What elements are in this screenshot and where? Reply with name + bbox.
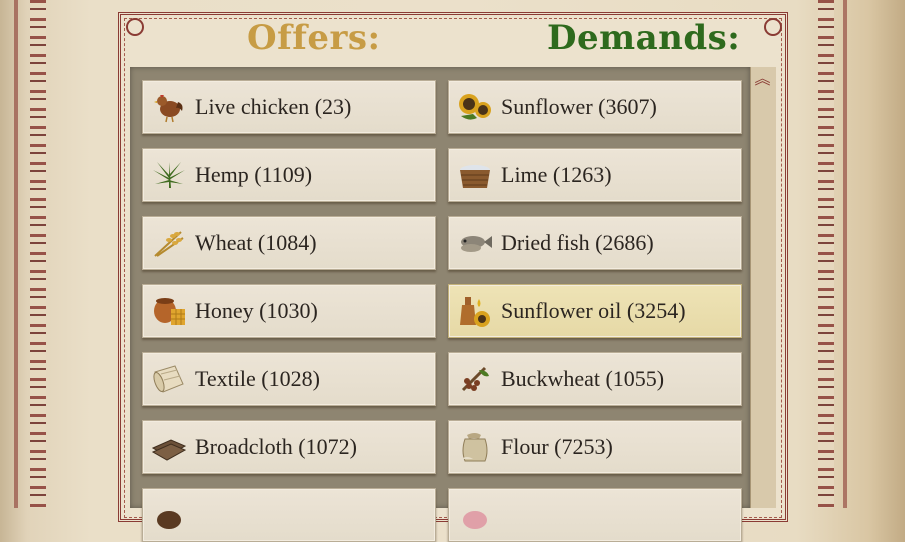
hemp-leaf-icon	[151, 157, 187, 193]
wheat-icon	[151, 225, 187, 261]
demand-item-lime[interactable]: Lime (1263)	[448, 148, 742, 202]
partial-item-icon	[457, 497, 493, 533]
demand-item-label: Sunflower oil (3254)	[501, 298, 686, 323]
offer-item-label: Textile (1028)	[195, 366, 320, 391]
demand-item-label: Buckwheat (1055)	[501, 366, 665, 391]
sunflower-icon	[457, 89, 493, 125]
corner-ornament-icon	[764, 18, 782, 36]
chicken-icon	[151, 89, 187, 125]
demand-item-partial[interactable]	[448, 488, 742, 542]
offer-item-label: Honey (1030)	[195, 298, 318, 323]
buckwheat-icon	[457, 361, 493, 397]
demand-item-sunflower[interactable]: Sunflower (3607)	[448, 80, 742, 134]
offer-item-wheat[interactable]: Wheat (1084)	[142, 216, 436, 270]
demand-item-flour[interactable]: Flour (7253)	[448, 420, 742, 474]
left-ornament-line	[14, 0, 18, 508]
offer-item-label: Live chicken (23)	[195, 94, 352, 119]
lime-basket-icon	[457, 157, 493, 193]
broadcloth-icon	[151, 429, 187, 465]
offer-item-textile[interactable]: Textile (1028)	[142, 352, 436, 406]
demand-item-label: Flour (7253)	[501, 434, 613, 459]
offer-item-broadcloth[interactable]: Broadcloth (1072)	[142, 420, 436, 474]
demand-item-label: Lime (1263)	[501, 162, 612, 187]
demand-item-label: Dried fish (2686)	[501, 230, 654, 255]
offer-item-label: Broadcloth (1072)	[195, 434, 357, 459]
offer-item-honey[interactable]: Honey (1030)	[142, 284, 436, 338]
honey-pot-icon	[151, 293, 187, 329]
right-ornament-line	[843, 0, 847, 508]
demands-title: Demands:	[547, 18, 741, 58]
flour-sack-icon	[457, 429, 493, 465]
demand-item-sunflower-oil[interactable]: Sunflower oil (3254)	[448, 284, 742, 338]
demand-item-dried-fish[interactable]: Dried fish (2686)	[448, 216, 742, 270]
left-ornament-border	[30, 0, 46, 508]
sunflower-oil-icon	[457, 293, 493, 329]
demand-item-label: Sunflower (3607)	[501, 94, 657, 119]
offer-item-label: Hemp (1109)	[195, 162, 313, 187]
scroll-up-icon[interactable]: ︽	[751, 68, 774, 90]
offer-item-live-chicken[interactable]: Live chicken (23)	[142, 80, 436, 134]
offer-item-partial[interactable]	[142, 488, 436, 542]
dried-fish-icon	[457, 225, 493, 261]
offers-title: Offers:	[247, 18, 381, 58]
partial-item-icon	[151, 497, 187, 533]
corner-ornament-icon	[126, 18, 144, 36]
scrollbar-track[interactable]	[750, 67, 776, 508]
demand-item-buckwheat[interactable]: Buckwheat (1055)	[448, 352, 742, 406]
offer-item-label: Wheat (1084)	[195, 230, 317, 255]
right-ornament-border	[818, 0, 834, 508]
offer-item-hemp[interactable]: Hemp (1109)	[142, 148, 436, 202]
textile-roll-icon	[151, 361, 187, 397]
